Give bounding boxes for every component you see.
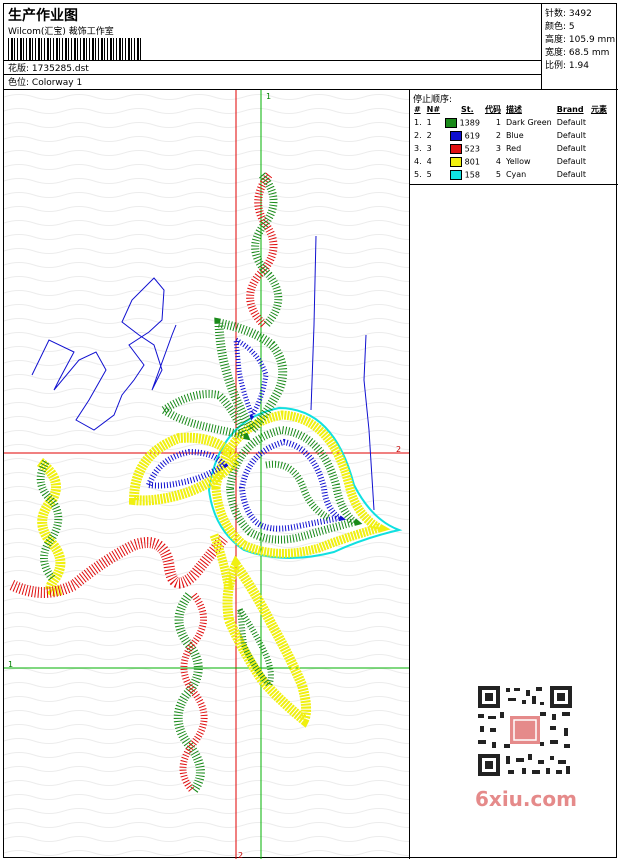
row-description: Red <box>505 144 522 153</box>
stat-label: 颜色: <box>545 22 567 32</box>
row-code: 3 <box>495 144 501 153</box>
col-brand: Brand <box>556 104 584 114</box>
row-description: Yellow <box>505 157 531 166</box>
row-needle: 4 <box>426 157 432 166</box>
row-needle: 2 <box>426 131 432 140</box>
col-stitches: St. <box>461 104 474 114</box>
table-row: 2. 2 619 2 Blue Default <box>412 129 610 142</box>
pattern-row: 花版: 1735285.dst <box>8 61 89 74</box>
watermark: 6xiu.com <box>475 787 577 811</box>
stat-value: 3492 <box>568 9 592 19</box>
row-stitches: 619 <box>443 129 483 142</box>
color-swatch <box>450 169 463 180</box>
row-stitches: 801 <box>443 155 483 168</box>
colorway-row: 色位: Colorway 1 <box>8 75 82 88</box>
table-row: 3. 3 523 3 Red Default <box>412 142 610 155</box>
colorway-value: Colorway 1 <box>31 78 83 88</box>
stat-stitches: 针数: 3492 <box>545 6 592 19</box>
pattern-value: 1735285.dst <box>31 64 89 74</box>
stat-value: 68.5 mm <box>568 48 610 58</box>
row-brand: Default <box>556 131 586 140</box>
stat-width: 宽度: 68.5 mm <box>545 45 609 58</box>
color-swatch <box>450 143 463 154</box>
stitch-count: 801 <box>464 157 480 166</box>
row-stitches: 1389 <box>443 116 483 129</box>
row-code: 4 <box>495 157 501 166</box>
stitch-count: 619 <box>464 131 480 140</box>
row-needle: 3 <box>426 144 432 153</box>
row-code: 2 <box>495 131 501 140</box>
colorway-label: 色位: <box>8 78 30 88</box>
row-index: 5. <box>414 170 422 179</box>
table-row: 1. 1 1389 1 Dark Green Default <box>412 116 610 129</box>
row-code: 1 <box>495 118 501 127</box>
guide-label-h2: 2 <box>396 445 401 454</box>
color-table: # N# St. 代码 描述 Brand 元素 1. 1 1389 1 Dark… <box>412 103 610 181</box>
stat-colors: 颜色: 5 <box>545 19 575 32</box>
row-needle: 1 <box>426 118 432 127</box>
table-row: 5. 5 158 5 Cyan Default <box>412 168 610 181</box>
table-row: 4. 4 801 4 Yellow Default <box>412 155 610 168</box>
stat-label: 宽度: <box>545 48 567 58</box>
canvas-background <box>4 90 409 859</box>
color-swatch <box>450 130 463 141</box>
row-needle: 5 <box>426 170 432 179</box>
stat-height: 高度: 105.9 mm <box>545 32 615 45</box>
pattern-label: 花版: <box>8 64 30 74</box>
barcode <box>8 38 143 60</box>
qr-code-graphic <box>470 682 580 780</box>
row-element <box>589 129 610 142</box>
header-info: 生产作业图 Wilcom(汇宝) 裁饰工作室 花版: 1735285.dst 色… <box>4 4 542 90</box>
stat-label: 高度: <box>545 35 567 45</box>
row-stitches: 158 <box>443 168 483 181</box>
stat-label: 比例: <box>545 61 567 71</box>
row-brand: Default <box>556 170 586 179</box>
row-stitches: 523 <box>443 142 483 155</box>
stitch-count: 158 <box>464 170 480 179</box>
stat-value: 5 <box>568 22 575 32</box>
row-brand: Default <box>556 157 586 166</box>
page-title: 生产作业图 <box>8 8 78 24</box>
row-brand: Default <box>556 144 586 153</box>
stitch-count: 523 <box>464 144 480 153</box>
row-brand: Default <box>556 118 586 127</box>
embroidery-preview: 1 2 1 2 <box>4 90 409 859</box>
col-index: # <box>414 104 421 114</box>
stat-label: 针数: <box>545 9 567 19</box>
guide-label-h1: 1 <box>8 660 13 669</box>
divider <box>410 184 618 185</box>
row-element <box>589 168 610 181</box>
guide-label-v1: 1 <box>266 92 271 101</box>
stats-box: 针数: 3492 颜色: 5 高度: 105.9 mm 宽度: 68.5 mm … <box>542 4 618 90</box>
row-description: Blue <box>505 131 524 140</box>
studio-name: Wilcom(汇宝) 裁饰工作室 <box>8 27 114 37</box>
row-element <box>589 142 610 155</box>
color-swatch <box>445 117 458 128</box>
embroidery-canvas: 1 2 1 2 <box>4 90 410 859</box>
row-index: 1. <box>414 118 422 127</box>
row-index: 4. <box>414 157 422 166</box>
col-description: 描述 <box>505 104 522 114</box>
stat-value: 1.94 <box>568 61 589 71</box>
row-description: Dark Green <box>505 118 552 127</box>
color-swatch <box>450 156 463 167</box>
col-code: 代码 <box>484 104 501 114</box>
stitch-count: 1389 <box>459 118 480 127</box>
row-element <box>589 155 610 168</box>
guide-label-v2: 2 <box>238 851 243 859</box>
color-table-header: # N# St. 代码 描述 Brand 元素 <box>412 103 610 116</box>
divider <box>4 74 542 75</box>
row-element <box>589 116 610 129</box>
col-element: 元素 <box>590 104 607 114</box>
row-index: 3. <box>414 144 422 153</box>
row-description: Cyan <box>505 170 527 179</box>
stat-scale: 比例: 1.94 <box>545 58 589 71</box>
stat-value: 105.9 mm <box>568 35 616 45</box>
qr-code <box>470 682 580 780</box>
row-index: 2. <box>414 131 422 140</box>
row-code: 5 <box>495 170 501 179</box>
col-needle: N# <box>426 104 441 114</box>
